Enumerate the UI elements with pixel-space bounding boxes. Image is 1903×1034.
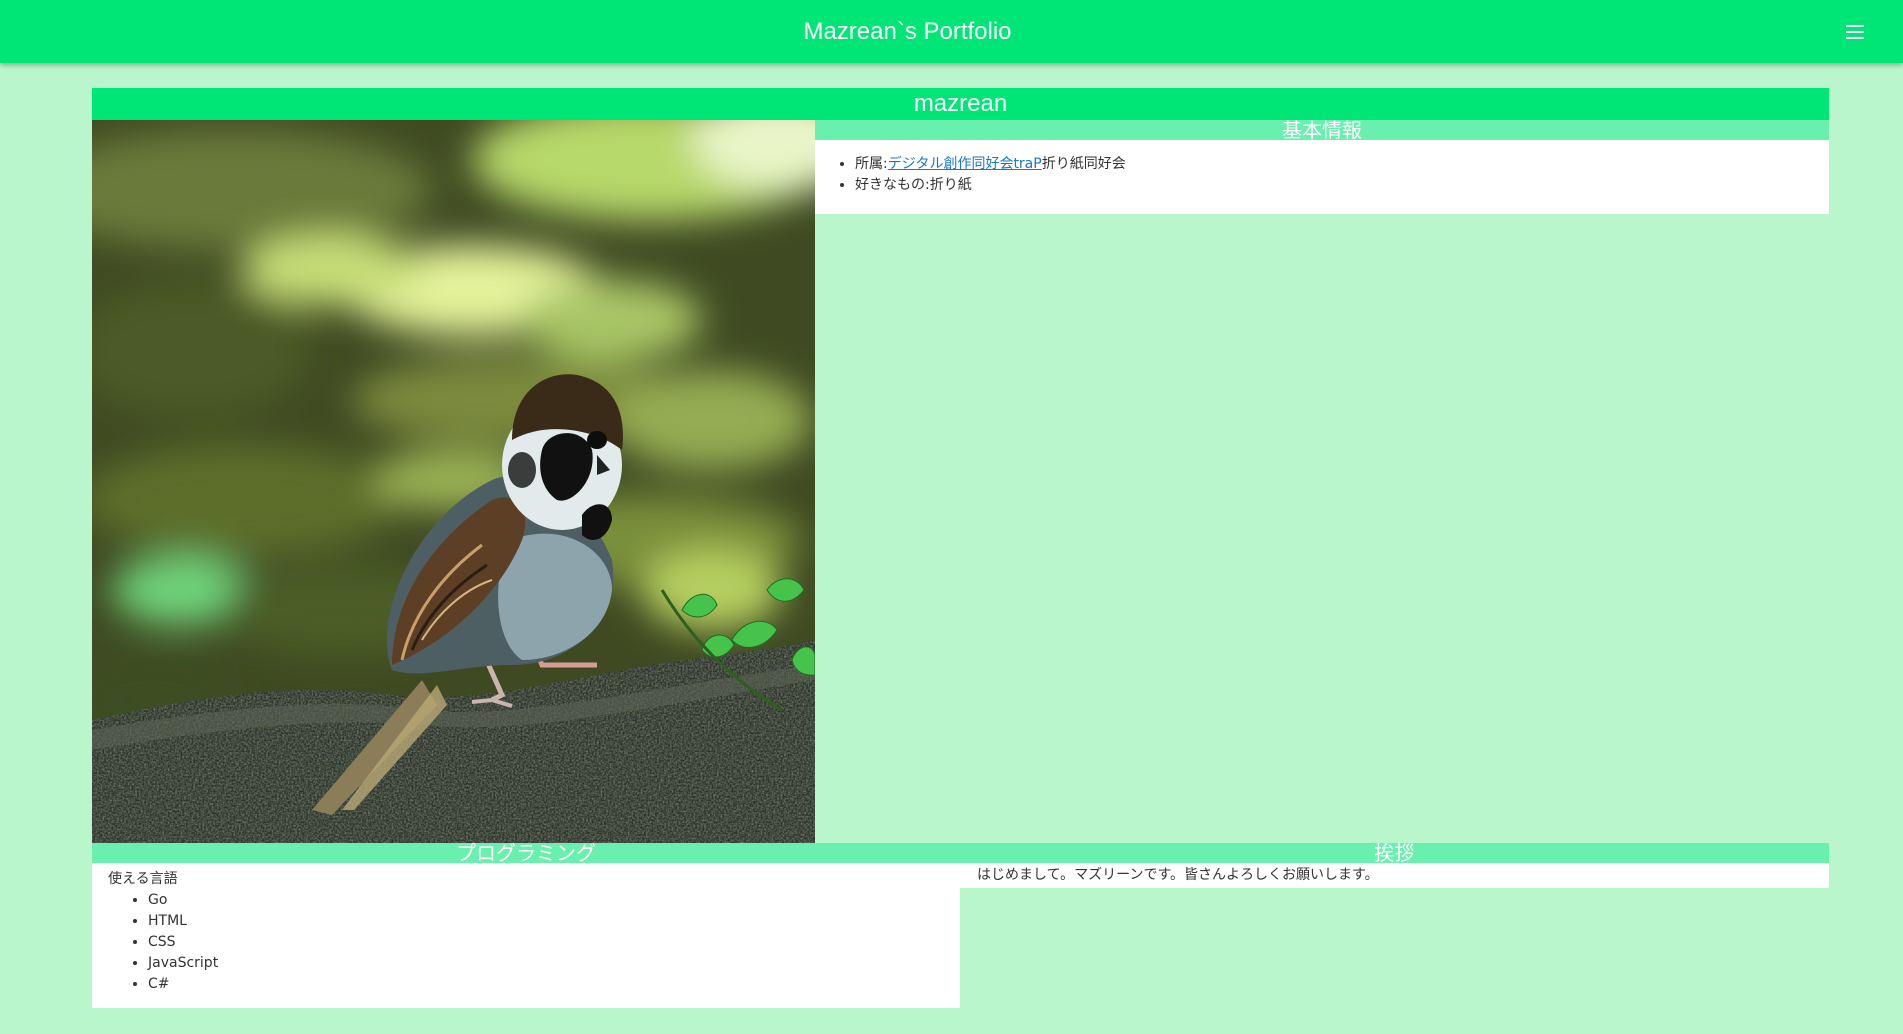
- language-item: C#: [148, 974, 960, 995]
- greeting-card: はじめまして。マズリーンです。皆さんよろしくお願いします。: [960, 863, 1829, 888]
- app-title: Mazrean`s Portfolio: [803, 18, 1012, 45]
- language-item: HTML: [148, 911, 960, 932]
- profile-top-row: 基本情報 所属:デジタル創作同好会traP折り紙同好会 好きなもの:折り紙: [92, 120, 1829, 843]
- affiliation-suffix: 折り紙同好会: [1041, 156, 1126, 172]
- basic-info-list: 所属:デジタル創作同好会traP折り紙同好会 好きなもの:折り紙: [815, 154, 1829, 196]
- affiliation-item: 所属:デジタル創作同好会traP折り紙同好会: [855, 154, 1829, 175]
- profile-container: mazrean 基本情報 • 所属:デジタル創作同好会traP折り紙同好会 • …: [92, 88, 1829, 1008]
- greeting-header: 挨拶: [960, 843, 1829, 863]
- greeting-section: 挨拶 はじめまして。マズリーンです。皆さんよろしくお願いします。: [960, 843, 1829, 888]
- greeting-text: はじめまして。マズリーンです。皆さんよろしくお願いします。: [977, 867, 1379, 883]
- language-item: JavaScript: [148, 953, 960, 974]
- basic-info-card: 所属:デジタル創作同好会traP折り紙同好会 好きなもの:折り紙: [815, 140, 1829, 214]
- language-item: Go: [148, 890, 960, 911]
- programming-header: プログラミング: [92, 843, 960, 863]
- programming-section: プログラミング 使える言語 Go HTML CSS JavaScript C#: [92, 843, 960, 1008]
- basic-info-section: 基本情報 所属:デジタル創作同好会traP折り紙同好会 好きなもの:折り紙: [815, 120, 1829, 843]
- traP-link[interactable]: デジタル創作同好会traP: [888, 156, 1042, 172]
- basic-info-header: 基本情報: [815, 120, 1829, 140]
- app-bar: Mazrean`s Portfolio: [0, 0, 1903, 63]
- profile-name: mazrean: [92, 88, 1829, 120]
- languages-list: Go HTML CSS JavaScript C#: [108, 890, 960, 995]
- affiliation-label: 所属:: [855, 156, 888, 172]
- languages-label: 使える言語: [108, 871, 178, 887]
- hamburger-menu-icon[interactable]: [1843, 20, 1867, 44]
- programming-card: 使える言語 Go HTML CSS JavaScript C#: [92, 863, 960, 1008]
- sparrow-photo: [92, 120, 815, 843]
- language-item: CSS: [148, 932, 960, 953]
- profile-bottom-row: プログラミング 使える言語 Go HTML CSS JavaScript C# …: [92, 843, 1829, 1008]
- likes-item: 好きなもの:折り紙: [855, 175, 1829, 196]
